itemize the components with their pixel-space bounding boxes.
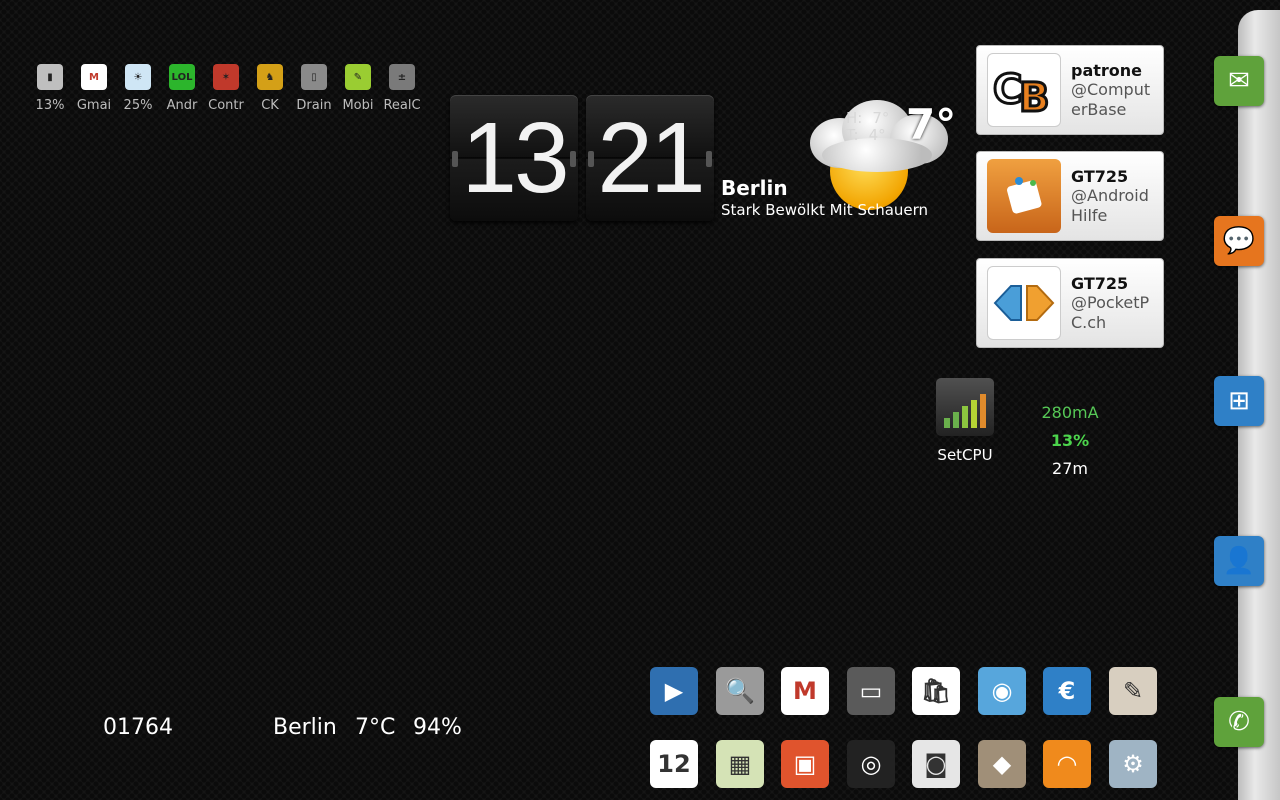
weather-current-temp: 7° xyxy=(906,100,957,149)
ck-game-icon: ♞ xyxy=(257,64,283,90)
bottom-number: 01764 xyxy=(103,715,173,740)
market-icon[interactable]: 🛍 xyxy=(912,667,960,715)
game-icon: ✶ xyxy=(213,64,239,90)
notification-item[interactable]: ✶ Contr xyxy=(204,64,248,113)
notification-label: Drain xyxy=(296,98,332,113)
sd-card-icon[interactable]: ▭ xyxy=(847,667,895,715)
notification-label: CK xyxy=(261,98,279,113)
social-user: GT725 xyxy=(1071,273,1129,293)
social-user: patrone xyxy=(1071,60,1143,80)
search-icon[interactable]: 🔍 xyxy=(716,667,764,715)
notification-label: RealC xyxy=(383,98,421,113)
chat-lol-icon: LOL xyxy=(169,64,195,90)
social-card-computerbase[interactable]: CB patrone @ComputerBase xyxy=(976,45,1164,135)
social-source: @ComputerBase xyxy=(1071,79,1151,119)
phone-icon[interactable]: ✆ xyxy=(1214,697,1264,747)
battery-icon: ▮ xyxy=(37,64,63,90)
clock-minutes: 21 xyxy=(597,102,705,214)
svg-text:C: C xyxy=(993,67,1022,113)
battery-drain-icon: ▯ xyxy=(301,64,327,90)
notification-label: Mobi xyxy=(342,98,374,113)
social-card-androidhilfe[interactable]: GT725 @AndroidHilfe xyxy=(976,151,1164,241)
news-rss-icon[interactable]: ◠ xyxy=(1043,740,1091,788)
weather-city: Berlin xyxy=(721,176,788,200)
messaging-icon[interactable]: ✉ xyxy=(1214,56,1264,106)
androidhilfe-logo-icon xyxy=(987,159,1061,233)
calendar-icon[interactable]: 12 xyxy=(650,740,698,788)
notification-item[interactable]: LOL Andr xyxy=(160,64,204,113)
notification-row: ▮ 13% M Gmai ☀ 25% LOL Andr ✶ Contr ♞ CK ▯ Drain ✎ Mobi… xyxy=(28,64,424,113)
notification-label: Andr xyxy=(166,98,198,113)
calculator-icon: ± xyxy=(389,64,415,90)
bottom-temperature: 7°C xyxy=(355,715,396,740)
talk-icon[interactable]: 💬 xyxy=(1214,216,1264,266)
settings-icon[interactable]: ⚙ xyxy=(1109,740,1157,788)
svg-text:B: B xyxy=(1019,75,1050,115)
setcpu-shortcut[interactable]: SetCPU xyxy=(934,378,996,464)
weather-low-label: T: xyxy=(846,126,859,144)
gmail-icon: M xyxy=(81,64,107,90)
battery-time: 27m xyxy=(1052,459,1088,478)
notification-label: Contr xyxy=(208,98,244,113)
social-card-pocketpc[interactable]: GT725 @PocketPC.ch xyxy=(976,258,1164,348)
weather-high-low: H: 7° T: 4° xyxy=(846,110,889,144)
brightness-icon: ☀ xyxy=(125,64,151,90)
clock-hours-card: 13 xyxy=(450,95,578,221)
setcpu-label: SetCPU xyxy=(937,446,993,464)
computerbase-logo-icon: CB xyxy=(987,53,1061,127)
bottom-city: Berlin xyxy=(273,715,337,740)
notification-item[interactable]: M Gmai xyxy=(72,64,116,113)
camera-icon[interactable]: ◙ xyxy=(912,740,960,788)
battery-current: 280mA xyxy=(1041,403,1099,422)
signal-bars-icon xyxy=(936,378,994,436)
social-source: @PocketPC.ch xyxy=(1071,292,1150,332)
photo-gallery-icon[interactable]: ▣ xyxy=(781,740,829,788)
notification-item[interactable]: ♞ CK xyxy=(248,64,292,113)
notes-icon[interactable]: ✎ xyxy=(1109,667,1157,715)
finance-icon[interactable]: € xyxy=(1043,667,1091,715)
notification-item[interactable]: ✎ Mobi xyxy=(336,64,380,113)
notification-item[interactable]: ▯ Drain xyxy=(292,64,336,113)
dropbox-icon[interactable]: ◆ xyxy=(978,740,1026,788)
gmail-icon[interactable]: M xyxy=(781,667,829,715)
clock-hours: 13 xyxy=(461,102,569,214)
app-drawer-icon[interactable]: ⊞ xyxy=(1214,376,1264,426)
flip-clock[interactable]: 13 21 xyxy=(450,95,714,221)
notification-label: 13% xyxy=(35,98,65,113)
notification-label: 25% xyxy=(123,98,153,113)
battery-widget[interactable]: 280mA 13% 27m xyxy=(1030,399,1110,483)
contacts-icon[interactable]: 👤 xyxy=(1214,536,1264,586)
social-source: @AndroidHilfe xyxy=(1071,185,1149,225)
clock-minutes-card: 21 xyxy=(586,95,714,221)
battery-percent: 13% xyxy=(1050,431,1090,450)
weather-high-value: 7° xyxy=(872,109,890,127)
camera-fx-icon[interactable]: ◎ xyxy=(847,740,895,788)
bottom-humidity: 94% xyxy=(413,715,462,740)
social-user: GT725 xyxy=(1071,166,1129,186)
pocketpc-logo-icon xyxy=(987,266,1061,340)
weather-high-label: H: xyxy=(846,109,863,127)
notification-item[interactable]: ▮ 13% xyxy=(28,64,72,113)
weather-condition: Stark Bewölkt Mit Schauern xyxy=(721,201,929,219)
notification-item[interactable]: ☀ 25% xyxy=(116,64,160,113)
notification-item[interactable]: ± RealC xyxy=(380,64,424,113)
notification-label: Gmai xyxy=(76,98,112,113)
notepad-icon: ✎ xyxy=(345,64,371,90)
weather-low-value: 4° xyxy=(868,126,886,144)
media-icon[interactable]: ▶ xyxy=(650,667,698,715)
bird-game-icon[interactable]: ◉ xyxy=(978,667,1026,715)
notes-grid-icon[interactable]: ▦ xyxy=(716,740,764,788)
